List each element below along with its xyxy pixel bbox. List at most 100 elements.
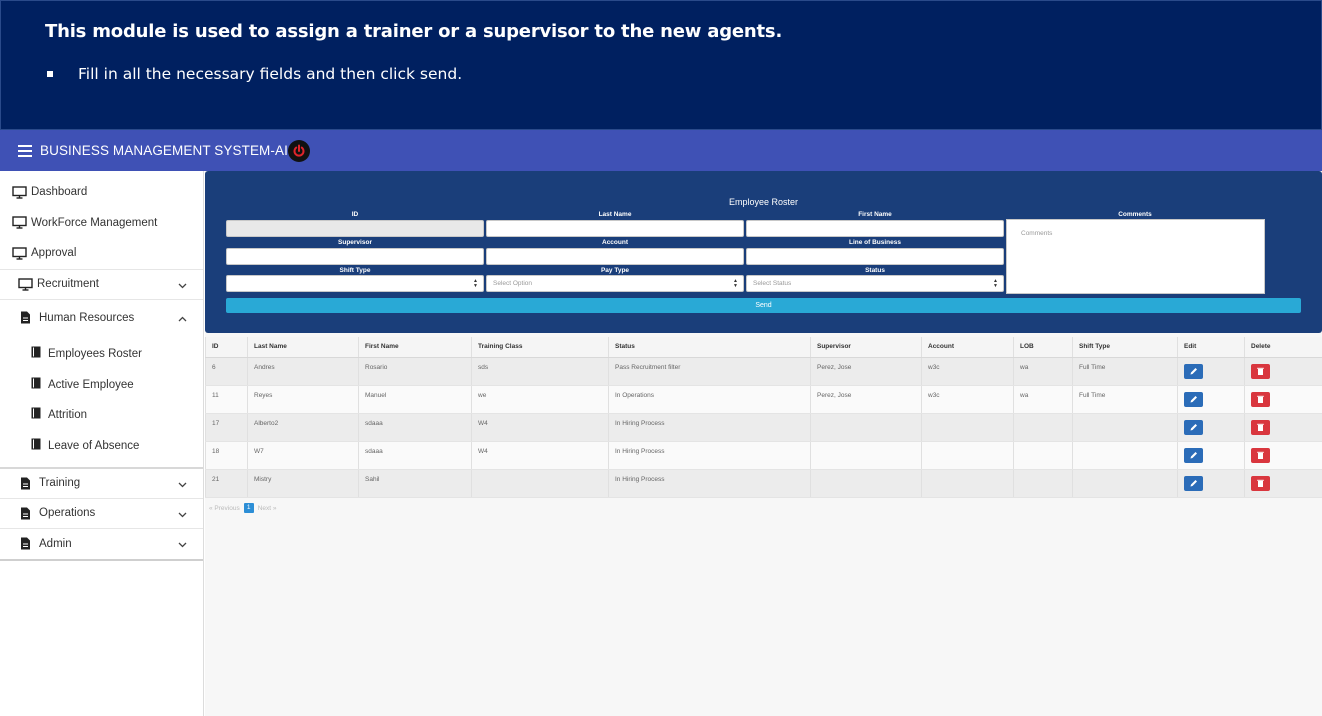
- cell-last-name: Reyes: [247, 385, 359, 414]
- cell-last-name: W7: [247, 441, 359, 470]
- sidebar-group-operations[interactable]: Operations: [0, 497, 203, 529]
- sidebar-group-label: Human Resources: [39, 311, 135, 324]
- edit-button[interactable]: [1184, 391, 1203, 407]
- sidebar-group-human-resources[interactable]: Human Resources: [0, 299, 203, 335]
- sidebar-item-attrition[interactable]: Attrition: [0, 400, 203, 431]
- sidebar-item-dashboard[interactable]: Dashboard: [0, 177, 203, 208]
- cell-status: Pass Recruitment filter: [608, 357, 811, 386]
- cell-lob: wa: [1013, 385, 1073, 414]
- cell-supervisor: [810, 413, 922, 442]
- cell-shift-type: Full Time: [1072, 385, 1178, 414]
- book-icon: [31, 377, 45, 393]
- sidebar-group-label: Training: [39, 477, 81, 490]
- shift-type-select[interactable]: ▲ ▼: [226, 275, 484, 292]
- column-header: Delete: [1244, 337, 1322, 358]
- column-header[interactable]: Last Name: [247, 337, 359, 358]
- cell-shift-type: Full Time: [1072, 357, 1178, 386]
- delete-button[interactable]: [1251, 363, 1270, 379]
- sidebar-group-admin[interactable]: Admin: [0, 528, 203, 559]
- column-header[interactable]: Supervisor: [810, 337, 922, 358]
- sidebar-item-label: Active Employee: [48, 378, 134, 391]
- edit-button[interactable]: [1184, 419, 1203, 435]
- table-row: 18 W7 sdaaa W4 In Hiring Process: [205, 441, 1322, 470]
- form-title: Employee Roster: [728, 197, 799, 207]
- cell-id: 17: [205, 413, 248, 442]
- document-icon: [20, 507, 36, 520]
- cell-supervisor: Perez, Jose: [810, 357, 922, 386]
- first-name-field[interactable]: [746, 220, 1004, 237]
- edit-button[interactable]: [1184, 363, 1203, 379]
- previous-page-link[interactable]: « Previous: [209, 505, 240, 512]
- column-header[interactable]: First Name: [358, 337, 472, 358]
- document-icon: [20, 311, 36, 324]
- employee-roster-form: Employee Roster ID Last Name First Name …: [205, 171, 1322, 333]
- sidebar-item-approval[interactable]: Approval: [0, 238, 203, 269]
- chevron-down-icon: [178, 509, 187, 521]
- cell-status: In Hiring Process: [608, 469, 811, 498]
- hamburger-icon[interactable]: [18, 144, 32, 157]
- column-header[interactable]: ID: [205, 337, 248, 358]
- sidebar-group-recruitment[interactable]: Recruitment: [0, 268, 203, 300]
- column-header[interactable]: LOB: [1013, 337, 1073, 358]
- sidebar-item-label: Employees Roster: [48, 348, 142, 361]
- line-of-business-field[interactable]: [746, 248, 1004, 265]
- comments-textarea[interactable]: Comments: [1006, 219, 1265, 294]
- column-header[interactable]: Shift Type: [1072, 337, 1178, 358]
- edit-button[interactable]: [1184, 447, 1203, 463]
- cell-last-name: Andres: [247, 357, 359, 386]
- cell-shift-type: [1072, 469, 1178, 498]
- main-content: Employee Roster ID Last Name First Name …: [205, 171, 1322, 716]
- first-name-label: First Name: [858, 211, 892, 218]
- select-arrows-icon: ▲ ▼: [733, 278, 738, 289]
- last-name-field[interactable]: [486, 220, 744, 237]
- sidebar-item-active-employee[interactable]: Active Employee: [0, 370, 203, 401]
- id-label: ID: [351, 211, 359, 218]
- comments-label: Comments: [1118, 211, 1152, 218]
- sidebar-item-leave-of-absence[interactable]: Leave of Absence: [0, 431, 203, 462]
- cell-first-name: Manuel: [358, 385, 472, 414]
- sidebar-item-employees-roster[interactable]: Employees Roster: [0, 339, 203, 370]
- sidebar-item-workforce-management[interactable]: WorkForce Management: [0, 208, 203, 239]
- cell-delete: [1244, 441, 1322, 470]
- edit-button[interactable]: [1184, 475, 1203, 491]
- send-button[interactable]: Send: [226, 298, 1301, 313]
- pay-type-select[interactable]: Select Option ▲ ▼: [486, 275, 744, 292]
- sidebar-group-label: Recruitment: [37, 278, 99, 291]
- sidebar-group-label: Admin: [39, 537, 72, 550]
- app-title: BUSINESS MANAGEMENT SYSTEM-AI: [40, 143, 288, 158]
- cell-status: In Operations: [608, 385, 811, 414]
- column-header[interactable]: Training Class: [471, 337, 609, 358]
- delete-button[interactable]: [1251, 391, 1270, 407]
- cell-delete: [1244, 357, 1322, 386]
- supervisor-field[interactable]: [226, 248, 484, 265]
- delete-button[interactable]: [1251, 475, 1270, 491]
- sidebar-item-label: WorkForce Management: [31, 216, 158, 229]
- cell-training-class: W4: [471, 441, 609, 470]
- sidebar-group-training[interactable]: Training: [0, 467, 203, 498]
- select-arrows-icon: ▲ ▼: [473, 278, 478, 289]
- cell-edit: [1177, 469, 1245, 498]
- cell-account: [921, 469, 1014, 498]
- banner-title: This module is used to assign a trainer …: [45, 21, 783, 42]
- cell-supervisor: [810, 469, 922, 498]
- sidebar-item-label: Attrition: [48, 409, 87, 422]
- page-1-button[interactable]: 1: [243, 503, 254, 513]
- shift-type-label: Shift Type: [339, 267, 371, 274]
- column-header: Edit: [1177, 337, 1245, 358]
- monitor-icon: [12, 216, 28, 229]
- next-page-link[interactable]: Next »: [258, 505, 277, 512]
- delete-button[interactable]: [1251, 447, 1270, 463]
- table-row: 21 Mistry Sahil In Hiring Process: [205, 469, 1322, 498]
- column-header[interactable]: Status: [608, 337, 811, 358]
- status-select[interactable]: Select Status ▲ ▼: [746, 275, 1004, 292]
- select-arrows-icon: ▲ ▼: [993, 278, 998, 289]
- power-icon[interactable]: [287, 139, 310, 162]
- cell-id: 11: [205, 385, 248, 414]
- cell-edit: [1177, 413, 1245, 442]
- cell-training-class: W4: [471, 413, 609, 442]
- delete-button[interactable]: [1251, 419, 1270, 435]
- chevron-up-icon: [178, 313, 187, 325]
- pay-type-value: Select Option: [493, 280, 533, 287]
- account-field[interactable]: [486, 248, 744, 265]
- column-header[interactable]: Account: [921, 337, 1014, 358]
